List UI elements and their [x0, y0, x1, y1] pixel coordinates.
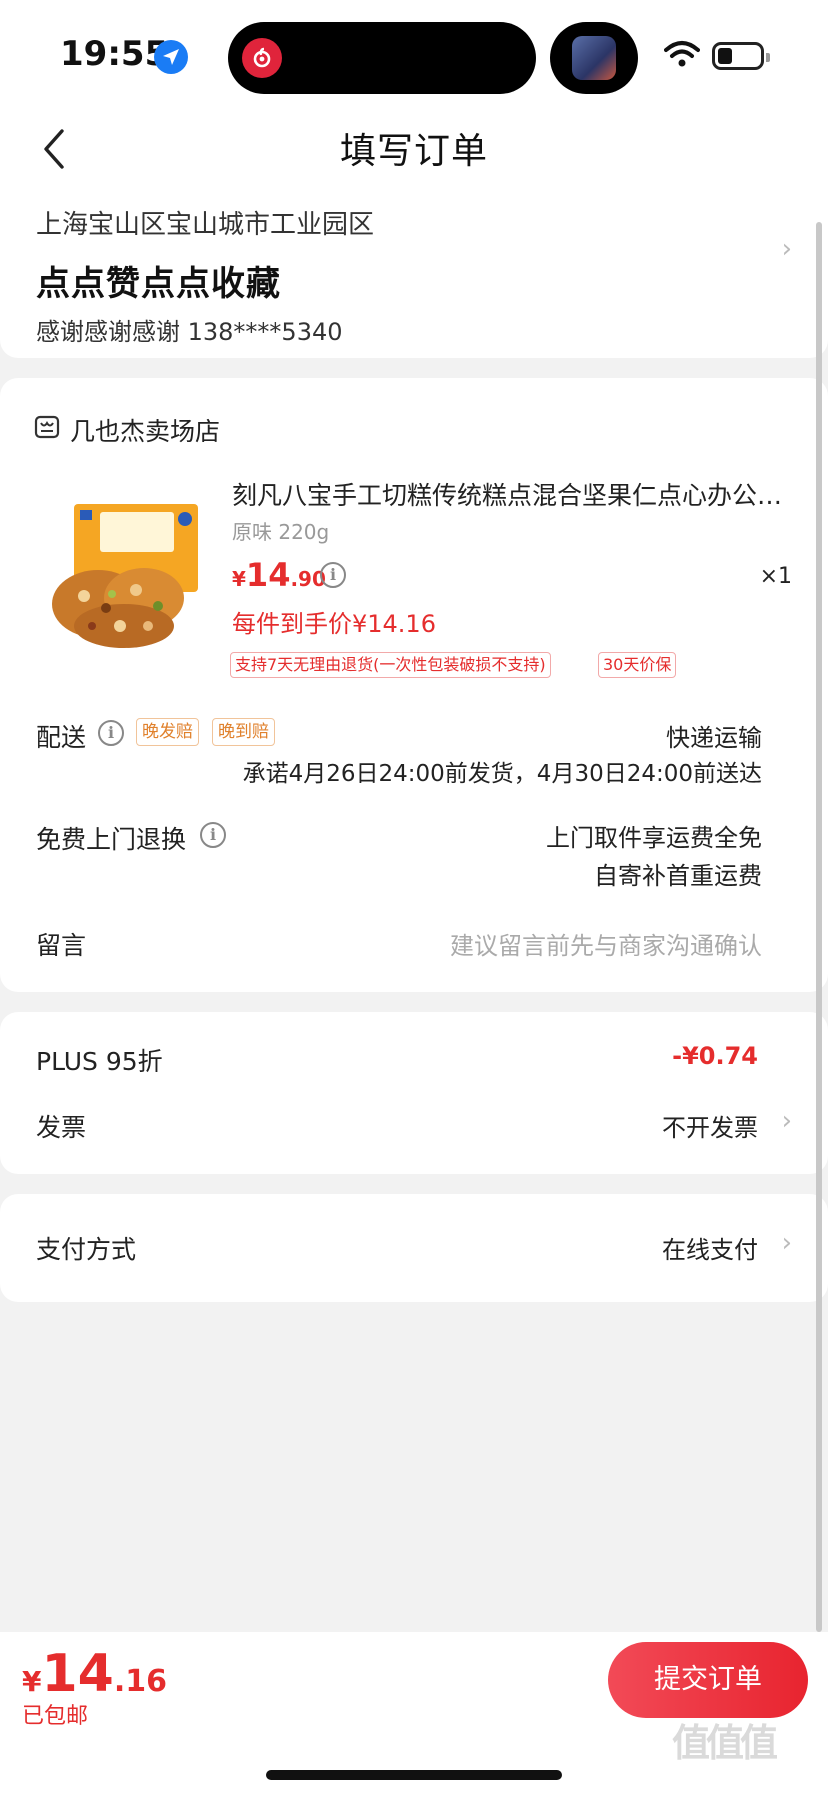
message-label: 留言 — [36, 931, 87, 960]
shop-name[interactable]: 几也杰卖场店 — [70, 412, 220, 448]
message-input[interactable]: 建议留言前先与商家沟通确认 — [450, 926, 762, 961]
product-spec: 原味 220g — [232, 520, 330, 544]
address-card[interactable]: 上海宝山区宝山城市工业园区 点点赞点点收藏 感谢感谢感谢 138****5340… — [0, 170, 828, 358]
invoice-value[interactable]: 不开发票 — [662, 1108, 758, 1143]
price-protect-tag: 30天价保 — [598, 652, 677, 678]
returns-label: 免费上门退换 — [36, 825, 187, 854]
late-arrival-badge: 晚到赔 — [212, 718, 275, 746]
payment-label: 支付方式 — [36, 1235, 137, 1264]
submit-order-button[interactable]: 提交订单 — [608, 1642, 808, 1718]
watermark: 值值值 — [672, 1721, 778, 1765]
plus-discount-label: PLUS 95折 — [36, 1047, 163, 1076]
returns-self-ship: 自寄补首重运费 — [594, 862, 762, 890]
product-price: ¥14.90 — [232, 556, 326, 594]
return-policy-tag: 支持7天无理由退货(一次性包装破损不支持) — [230, 652, 551, 678]
payment-card[interactable]: 支付方式 在线支付 › — [0, 1194, 828, 1302]
payment-value: 在线支付 — [662, 1236, 758, 1264]
delivery-promise: 承诺4月26日24:00前发货，4月30日24:00前送达 — [242, 761, 762, 787]
page-title: 填写订单 — [339, 131, 488, 172]
delivery-info-icon[interactable]: i — [98, 720, 124, 746]
late-ship-badge: 晚发赔 — [136, 718, 199, 746]
shop-icon — [34, 415, 60, 439]
chevron-right-icon: › — [781, 234, 792, 264]
unit-final-price: 每件到手价¥14.16 — [232, 610, 436, 638]
product-image[interactable] — [40, 486, 206, 652]
home-indicator[interactable] — [266, 1770, 562, 1780]
scrollbar[interactable] — [816, 222, 822, 1632]
discount-card: PLUS 95折 -¥0.74 发票 不开发票 › — [0, 1012, 828, 1174]
delivery-label: 配送 — [36, 723, 87, 752]
total-price: ¥14.16 — [22, 1644, 168, 1704]
product-title[interactable]: 刻凡八宝手工切糕传统糕点混合坚果仁点心办公室零食 — [232, 476, 792, 512]
live-activity[interactable] — [550, 22, 638, 94]
invoice-label: 发票 — [36, 1113, 87, 1142]
order-card: 几也杰卖场店 刻凡八宝手工切糕传统糕点混合坚果仁点心办公室零食 原味 220g … — [0, 378, 828, 992]
status-bar: 19:55 — [0, 0, 828, 110]
quantity: ×1 — [759, 564, 792, 589]
album-thumbnail — [572, 36, 616, 80]
address-line: 上海宝山区宝山城市工业园区 — [36, 210, 375, 240]
plus-discount-value: -¥0.74 — [672, 1042, 758, 1070]
battery-icon — [712, 42, 770, 70]
dynamic-island[interactable] — [228, 22, 536, 94]
returns-info-icon[interactable]: i — [200, 822, 226, 848]
delivery-method: 快递运输 — [666, 724, 762, 752]
recipient-contact: 感谢感谢感谢 138****5340 — [36, 318, 343, 346]
status-time: 19:55 — [60, 34, 169, 74]
price-info-icon[interactable]: i — [320, 562, 346, 588]
location-arrow-icon — [154, 40, 188, 74]
netease-music-icon — [242, 38, 282, 78]
chevron-right-icon: › — [781, 1228, 792, 1258]
returns-pickup: 上门取件享运费全免 — [546, 824, 762, 852]
recipient-name: 点点赞点点收藏 — [36, 264, 281, 304]
chevron-right-icon: › — [781, 1106, 792, 1136]
free-shipping-label: 已包邮 — [22, 1704, 89, 1729]
wifi-icon — [664, 41, 700, 67]
